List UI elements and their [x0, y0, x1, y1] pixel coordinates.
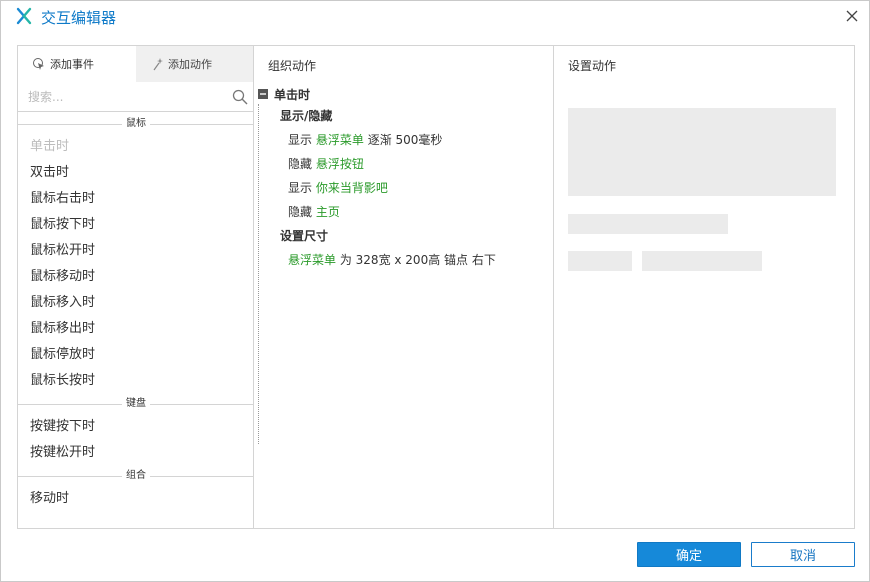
window-title: 交互编辑器 [41, 9, 117, 27]
organize-actions-header: 组织动作 [268, 59, 317, 73]
action-group-set-size[interactable]: 设置尺寸 悬浮菜单 为 328宽 x 200高 锚点 右下 [280, 224, 548, 272]
action-group-show-hide[interactable]: 显示/隐藏 显示 悬浮菜单 逐渐 500毫秒 隐藏 悬浮按钮 显示 你来当背影吧… [280, 104, 548, 224]
action-line[interactable]: 显示 你来当背影吧 [288, 176, 548, 200]
search-bar [18, 82, 253, 112]
search-icon[interactable] [232, 89, 248, 105]
placeholder-bar [568, 251, 632, 271]
close-icon [846, 10, 858, 22]
editor-panels: 添加事件 添加动作 鼠标 单击时 [17, 45, 855, 529]
event-node-label: 单击时 [274, 87, 311, 102]
placeholder-bar [642, 251, 762, 271]
event-item-key-up[interactable]: 按键松开时 [18, 440, 253, 466]
events-panel: 添加事件 添加动作 鼠标 单击时 [18, 46, 254, 528]
close-button[interactable] [841, 5, 863, 27]
action-line[interactable]: 隐藏 主页 [288, 200, 548, 224]
event-item-click: 单击时 [30, 139, 70, 154]
tab-add-action-label: 添加动作 [168, 58, 212, 71]
group-header-mouse: 鼠标 [18, 114, 253, 134]
tab-add-event[interactable]: 添加事件 [18, 46, 136, 82]
title-bar: 交互编辑器 [1, 1, 869, 31]
event-item-long-press[interactable]: 鼠标长按时 [18, 368, 253, 394]
placeholder-bar [568, 214, 728, 234]
event-item-right-click[interactable]: 鼠标右击时 [18, 186, 253, 212]
action-line[interactable]: 显示 悬浮菜单 逐渐 500毫秒 [288, 128, 548, 152]
placeholder-block [568, 108, 836, 196]
cursor-click-icon [33, 58, 44, 70]
axure-logo-icon [16, 7, 32, 25]
action-tree: 单击时 显示/隐藏 显示 悬浮菜单 逐渐 500毫秒 隐藏 悬浮按钮 显示 你来… [258, 84, 548, 444]
event-node-children: 显示/隐藏 显示 悬浮菜单 逐渐 500毫秒 隐藏 悬浮按钮 显示 你来当背影吧… [258, 104, 548, 444]
tab-add-event-label: 添加事件 [50, 58, 94, 71]
event-item-mouse-move[interactable]: 鼠标移动时 [18, 264, 253, 290]
event-item-mouse-down[interactable]: 鼠标按下时 [18, 212, 253, 238]
organize-actions-panel: 组织动作 单击时 显示/隐藏 显示 悬浮菜单 逐渐 500毫秒 隐藏 悬浮按钮 … [254, 46, 554, 528]
event-item-mouse-enter[interactable]: 鼠标移入时 [18, 290, 253, 316]
collapse-icon[interactable] [258, 89, 268, 99]
panel-tabs: 添加事件 添加动作 [18, 46, 253, 82]
tab-add-action[interactable]: 添加动作 [136, 46, 253, 82]
cancel-button[interactable]: 取消 [751, 542, 855, 567]
sparkle-icon [153, 58, 163, 71]
event-node[interactable]: 单击时 [258, 84, 548, 104]
event-item-key-down[interactable]: 按键按下时 [18, 414, 253, 440]
configure-action-panel: 设置动作 [554, 46, 854, 528]
event-item-on-move[interactable]: 移动时 [18, 486, 253, 512]
group-header-combo: 组合 [18, 466, 253, 486]
action-line[interactable]: 隐藏 悬浮按钮 [288, 152, 548, 176]
event-item-double-click[interactable]: 双击时 [18, 160, 253, 186]
action-group-label: 设置尺寸 [280, 229, 329, 243]
event-list: 鼠标 单击时 双击时 鼠标右击时 鼠标按下时 鼠标松开时 鼠标移动时 鼠标移入时… [18, 114, 253, 512]
event-item-mouse-leave[interactable]: 鼠标移出时 [18, 316, 253, 342]
event-item-mouse-up[interactable]: 鼠标松开时 [18, 238, 253, 264]
search-input[interactable] [28, 86, 218, 108]
action-group-label: 显示/隐藏 [280, 109, 333, 123]
action-line[interactable]: 悬浮菜单 为 328宽 x 200高 锚点 右下 [288, 248, 548, 272]
configure-action-header: 设置动作 [568, 59, 617, 73]
event-item-mouse-hover[interactable]: 鼠标停放时 [18, 342, 253, 368]
interaction-editor-dialog: 交互编辑器 添加事件 添加动作 搜索... 鼠标 单击时 双击时 鼠标右击时 鼠… [0, 0, 870, 582]
group-header-keyboard: 键盘 [18, 394, 253, 414]
ok-button[interactable]: 确定 [637, 542, 741, 567]
tree-guide-line [258, 104, 259, 444]
